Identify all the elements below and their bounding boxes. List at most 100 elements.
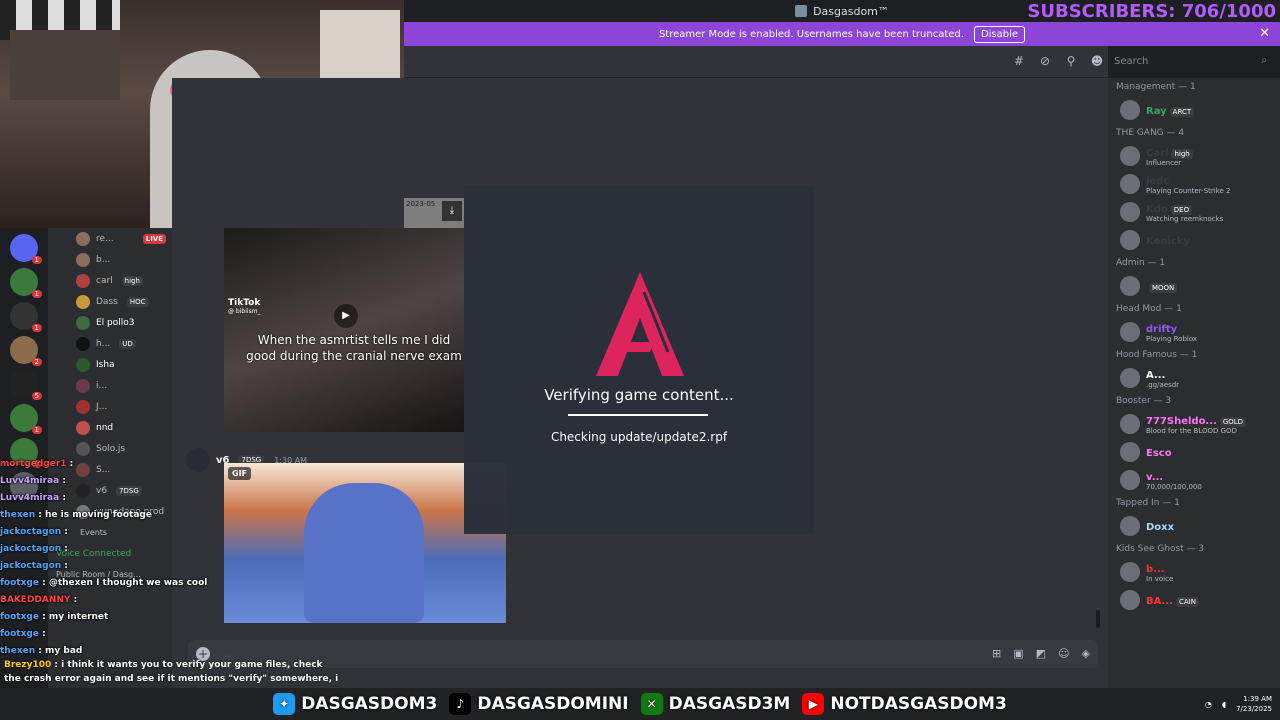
chat-username: Luvv4miraa	[0, 493, 60, 503]
play-icon[interactable]: ▶	[334, 304, 358, 328]
chat-username: thexen	[0, 510, 36, 520]
member-group-header: Kids See Ghost — 3	[1116, 544, 1205, 554]
member-row[interactable]: Carl high Influencer	[1108, 142, 1280, 170]
emoji-icon[interactable]: ☺	[1058, 647, 1069, 660]
member-row[interactable]: Esco	[1108, 438, 1280, 466]
server-icon[interactable]: 1	[10, 404, 42, 434]
voice-user[interactable]: carl high	[48, 270, 172, 291]
avatar	[76, 294, 90, 309]
sticker-icon[interactable]: ◩	[1036, 647, 1046, 660]
member-row[interactable]: MOON	[1108, 272, 1280, 300]
server-icon[interactable]: 5	[10, 370, 42, 400]
member-row[interactable]: b... In voice	[1108, 558, 1280, 586]
gif-icon[interactable]: ▣	[1013, 647, 1023, 660]
threads-icon[interactable]: #	[1012, 54, 1026, 68]
members-icon[interactable]: ☻	[1090, 54, 1104, 68]
gift-icon[interactable]: ⊞	[992, 647, 1001, 660]
member-row[interactable]: jedc Playing Counter-Strike 2	[1108, 170, 1280, 198]
member-name: Ray	[1146, 105, 1167, 117]
member-name: drifty	[1146, 323, 1178, 335]
member-row[interactable]: 777Sheldo... GOLD Blood for the BLOOD GOD	[1108, 410, 1280, 438]
member-status: .gg/aesdr	[1146, 380, 1180, 389]
pin-icon[interactable]: ⚲	[1064, 54, 1078, 68]
chat-line: BAKEDDANNY :	[0, 595, 78, 605]
chat-line: jackoctagon :	[0, 527, 68, 537]
server-icon[interactable]: 1	[10, 268, 42, 298]
chat-line: footxge : @thexen I thought we was cool	[0, 578, 208, 588]
member-row[interactable]: BA... CAIN	[1108, 586, 1280, 614]
video-caption: When the asmrtist tells me I did good du…	[246, 333, 462, 363]
member-row[interactable]: v... 70,000/100,000	[1108, 466, 1280, 494]
member-group-header: Management — 1	[1116, 82, 1196, 92]
chat-username: Brezy100	[4, 660, 52, 670]
member-row[interactable]: Kdo DEO Watching reemknocks	[1108, 198, 1280, 226]
member-row[interactable]: Kenicky	[1108, 226, 1280, 254]
voice-user[interactable]: El pollo3	[48, 312, 172, 333]
room-shelf	[10, 30, 120, 100]
member-status: Playing Counter-Strike 2	[1146, 186, 1231, 195]
voice-user[interactable]: Dass HOC	[48, 291, 172, 312]
member-name: Doxx	[1146, 521, 1175, 533]
role-tag: DEO	[1170, 204, 1193, 215]
member-row[interactable]: drifty Playing Roblox	[1108, 318, 1280, 346]
twitter-handle: ✦ DASGASDOM3	[273, 693, 437, 715]
member-name: Esco	[1146, 447, 1172, 459]
avatar	[76, 378, 90, 393]
download-icon[interactable]: ⤓	[442, 201, 462, 221]
close-icon[interactable]: ✕	[1259, 26, 1270, 41]
member-group-header: THE GANG — 4	[1116, 128, 1185, 138]
xbox-handle: ✕ DASGASD3M	[640, 693, 790, 715]
server-icon[interactable]: 1	[10, 302, 42, 332]
voice-user[interactable]: re... LIVE	[48, 228, 172, 249]
avatar	[1120, 100, 1140, 120]
member-status: In voice	[1146, 574, 1174, 583]
chat-line: footxge :	[0, 629, 46, 639]
voice-user[interactable]: J...	[48, 396, 172, 417]
disable-button[interactable]: Disable	[973, 25, 1026, 43]
role-tag: ARCT	[1169, 106, 1195, 117]
voice-user[interactable]: Isha	[48, 354, 172, 375]
chat-text: my internet	[48, 612, 109, 622]
avatar	[76, 336, 90, 351]
wifi-icon[interactable]: ◔	[1205, 700, 1212, 709]
search-input[interactable]: Search ⌕	[1108, 52, 1272, 72]
chat-line: jackoctagon :	[0, 561, 68, 571]
chat-username: jackoctagon	[0, 544, 62, 554]
member-status: Watching reemknocks	[1146, 214, 1224, 223]
voice-user[interactable]: b...	[48, 249, 172, 270]
search-placeholder: Search	[1114, 56, 1149, 67]
server-icon[interactable]: 2	[10, 336, 42, 366]
member-group-header: Hood Famous — 1	[1116, 350, 1198, 360]
member-row[interactable]: A... .gg/aesdr	[1108, 364, 1280, 392]
avatar	[1120, 146, 1140, 166]
avatar	[1120, 414, 1140, 434]
member-group-header: Head Mod — 1	[1116, 304, 1182, 314]
voice-user[interactable]: i...	[48, 375, 172, 396]
chat-username: footxge	[0, 612, 39, 622]
stream-chat-overlay: mortgedger1 : Luvv4miraa : Luvv4miraa : …	[0, 456, 340, 660]
youtube-icon: ▶	[802, 693, 825, 715]
streamer-mode-banner: Streamer Mode is enabled. Usernames have…	[404, 22, 1280, 46]
voice-user[interactable]: h... UD	[48, 333, 172, 354]
avatar	[1120, 276, 1140, 296]
member-row[interactable]: Ray ARCT	[1108, 96, 1280, 124]
scrollbar[interactable]	[1096, 610, 1100, 628]
banner-text: Streamer Mode is enabled. Usernames have…	[658, 28, 964, 40]
avatar	[1120, 470, 1140, 490]
member-row[interactable]: Doxx	[1108, 512, 1280, 540]
avatar	[1120, 590, 1140, 610]
activities-icon[interactable]: ◈	[1082, 647, 1090, 660]
member-name: v...	[1146, 471, 1164, 483]
member-name: 777Sheldo...	[1146, 415, 1217, 427]
avatar	[76, 357, 90, 372]
tiktok-embed[interactable]: TikTok @ bibiism_ ▶ When the asmrtist tel…	[224, 228, 464, 432]
server-icon[interactable]: 1	[10, 234, 42, 264]
chat-username: Luvv4miraa	[0, 476, 60, 486]
voice-user[interactable]: nnd	[48, 417, 172, 438]
volume-icon[interactable]: ◖	[1222, 700, 1226, 709]
avatar	[76, 420, 90, 435]
mute-icon[interactable]: ⊘	[1038, 54, 1052, 68]
clock[interactable]: 1:39 AM 7/23/2025	[1236, 694, 1272, 714]
member-name: BA...	[1146, 595, 1173, 607]
dialog-subtitle: Checking update/update2.rpf	[550, 430, 728, 444]
